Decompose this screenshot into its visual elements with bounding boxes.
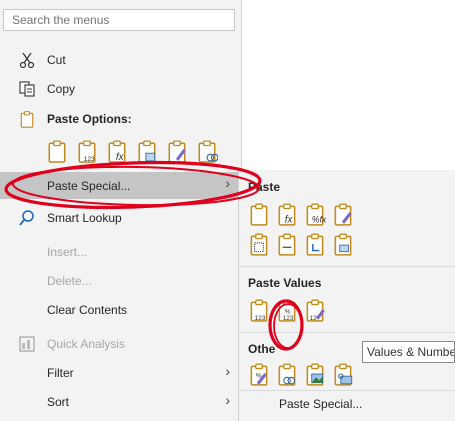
paste-formulas-icon[interactable]: fx <box>276 202 298 226</box>
paste-values-number-formatting-icon[interactable]: %123 <box>276 298 298 322</box>
submenu-divider <box>239 266 455 267</box>
menu-item-label: Cut <box>47 53 66 67</box>
paste-special-dialog-link[interactable]: Paste Special... <box>279 397 362 411</box>
svg-text:fx: fx <box>285 215 294 226</box>
paste-formatting-icon[interactable]: % <box>248 362 270 386</box>
menu-item-clear-contents[interactable]: Clear Contents <box>0 297 240 323</box>
menu-item-label: Sort <box>47 395 70 409</box>
paste-link-icon[interactable] <box>196 138 218 164</box>
paste-icon[interactable] <box>46 138 68 164</box>
menu-item-cut[interactable]: Cut <box>0 47 240 73</box>
submenu-divider <box>239 390 455 391</box>
menu-item-paste-options: Paste Options: <box>0 106 240 132</box>
svg-text:123: 123 <box>255 315 266 322</box>
paste-keep-source-formatting-icon[interactable] <box>332 202 354 226</box>
paste-values-icon[interactable]: 123 <box>76 138 98 164</box>
submenu-divider <box>239 332 455 333</box>
paste-merge-conditional-formatting-icon[interactable] <box>332 232 354 256</box>
copy-icon <box>19 81 35 97</box>
chevron-right-icon: › <box>225 175 230 191</box>
menu-item-delete: Delete... <box>0 268 240 294</box>
svg-text:123: 123 <box>283 315 294 322</box>
menu-item-filter[interactable]: Filter › <box>0 360 240 386</box>
paste-keep-column-widths-icon[interactable] <box>276 232 298 256</box>
paste-formulas-number-formatting-icon[interactable]: %fx <box>304 202 326 226</box>
scissors-icon <box>19 52 35 69</box>
search-menus-input[interactable] <box>3 9 235 31</box>
menu-item-label: Smart Lookup <box>47 211 122 225</box>
svg-text:%fx: %fx <box>312 215 326 225</box>
menu-item-copy[interactable]: Copy <box>0 76 240 102</box>
paste-link-icon[interactable] <box>276 362 298 386</box>
clipboard-icon <box>20 111 34 128</box>
paste-options-row: 123 fx <box>46 138 236 168</box>
menu-item-label: Copy <box>47 82 76 96</box>
paste-linked-picture-icon[interactable] <box>332 362 354 386</box>
paste-section-title: Paste <box>248 180 281 194</box>
menu-item-label: Quick Analysis <box>47 337 126 351</box>
context-menu: Cut Copy Paste Options: 123 fx Paste Spe… <box>0 0 242 421</box>
paste-formatting-icon[interactable] <box>166 138 188 164</box>
paste-transpose-icon[interactable] <box>136 138 158 164</box>
svg-text:fx: fx <box>116 152 125 163</box>
menu-item-label: Paste Options: <box>47 112 132 126</box>
search-icon <box>19 210 34 226</box>
menu-item-sort[interactable]: Sort › <box>0 389 240 415</box>
menu-item-insert: Insert... <box>0 239 240 265</box>
svg-text:12: 12 <box>310 315 318 322</box>
paste-values-icon[interactable]: 123 <box>248 298 270 322</box>
menu-item-label: Insert... <box>47 245 88 259</box>
paste-values-section-title: Paste Values <box>248 276 322 290</box>
paste-values-source-formatting-icon[interactable]: 12 <box>304 298 326 322</box>
menu-item-smart-lookup[interactable]: Smart Lookup <box>0 205 240 231</box>
menu-item-label: Clear Contents <box>47 303 128 317</box>
paste-no-borders-icon[interactable] <box>248 232 270 256</box>
tooltip: Values & Number Formatting (A <box>362 341 455 363</box>
paste-picture-icon[interactable] <box>304 362 326 386</box>
paste-transpose-icon[interactable] <box>304 232 326 256</box>
other-paste-options-section-title: Othe <box>248 342 276 356</box>
menu-item-quick-analysis: Quick Analysis <box>0 331 240 357</box>
paste-icon[interactable] <box>248 202 270 226</box>
chevron-right-icon: › <box>225 392 230 408</box>
paste-special-submenu: Paste fx %fx Paste Values 123 % 123 12 Ot… <box>238 170 455 421</box>
quick-analysis-icon <box>19 336 35 352</box>
menu-item-label: Paste Special... <box>47 179 131 193</box>
paste-formulas-icon[interactable]: fx <box>106 138 128 164</box>
menu-item-label: Filter <box>47 366 74 380</box>
chevron-right-icon: › <box>225 363 230 379</box>
svg-text:123: 123 <box>84 156 95 163</box>
menu-item-label: Delete... <box>47 274 92 288</box>
menu-item-paste-special[interactable]: Paste Special... › <box>0 172 240 199</box>
